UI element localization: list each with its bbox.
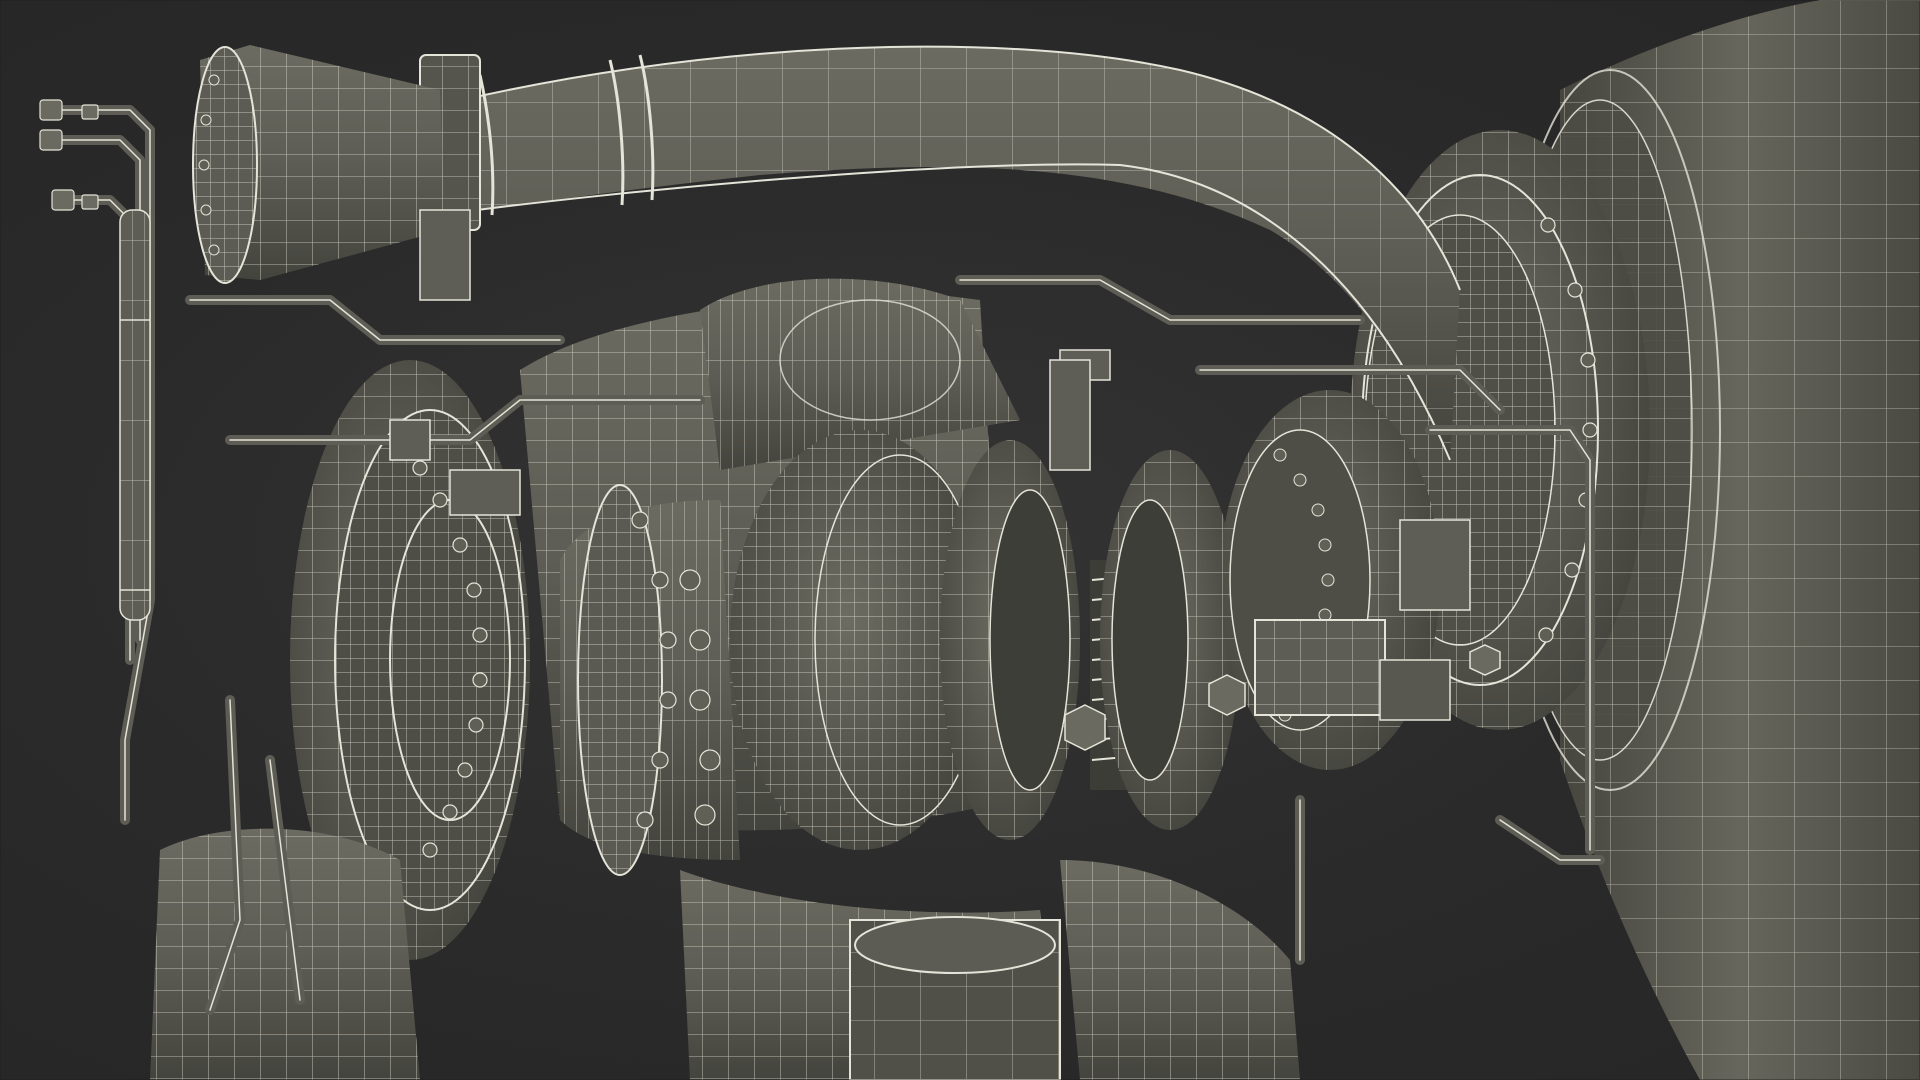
pipe-fittings [39, 99, 99, 211]
lower-elbow [1060, 860, 1300, 1080]
lower-housing [680, 870, 1061, 1080]
volute-ring-b [1100, 450, 1240, 830]
inlet-cone [192, 45, 445, 284]
volute-ring-a [940, 440, 1080, 840]
engine-render [0, 0, 1920, 1080]
accumulator-cylinder [119, 209, 151, 621]
viewport [0, 0, 1920, 1080]
pump-barrel [560, 484, 740, 876]
